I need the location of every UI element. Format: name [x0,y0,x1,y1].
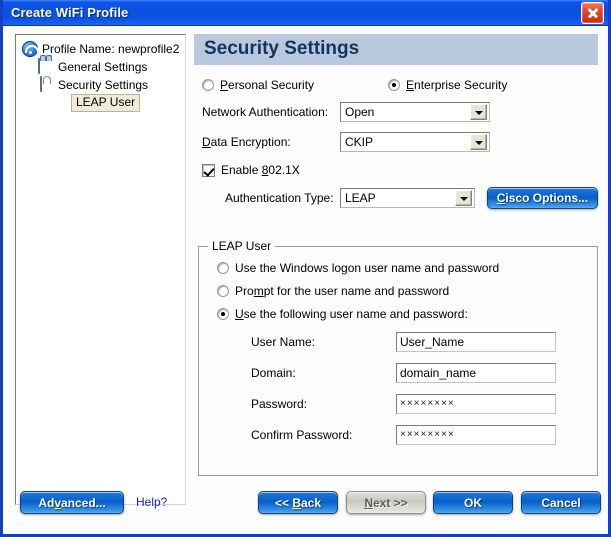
help-link[interactable]: Help? [136,495,167,509]
enable-8021x-label: Enable 802.1X [221,163,300,177]
dialog-body: Profile Name: newprofile2 General Settin… [3,26,608,534]
cancel-label: Cancel [541,495,581,510]
cisco-options-button[interactable]: Cisco Options... [486,187,598,209]
network-authentication-label: Network Authentication: [202,105,329,119]
domain-row: Domain: domain_name [199,363,597,383]
leap-user-group-title: LEAP User [208,239,276,253]
next-label: Next >> [364,495,408,510]
advanced-button[interactable]: Advanced... [20,491,124,514]
radio-indicator [217,308,229,320]
radio-indicator [202,79,214,91]
cisco-options-label: Cisco Options... [496,191,589,205]
tree-item-label: Security Settings [58,78,149,92]
radio-personal-security[interactable]: Personal Security [194,78,388,92]
network-authentication-select[interactable]: Open [340,102,490,122]
data-encryption-row: Data Encryption: CKIP [194,132,598,152]
user-name-row: User Name: User_Name [199,332,597,352]
profile-tree[interactable]: Profile Name: newprofile2 General Settin… [15,34,186,505]
padlock-icon [38,76,54,93]
wifi-icon [22,41,39,57]
title-bar: Create WiFi Profile [3,0,608,26]
domain-input[interactable]: domain_name [396,363,556,383]
network-authentication-row: Network Authentication: Open [194,102,598,122]
authentication-type-label: Authentication Type: [225,191,334,205]
ok-label: OK [464,495,482,510]
password-row: Password: ×××××××× [199,394,597,414]
domain-label: Domain: [251,366,296,380]
tree-item-label: General Settings [58,60,148,74]
radio-windows-logon[interactable]: Use the Windows logon user name and pass… [199,261,597,275]
page-title: Security Settings [194,34,598,65]
leap-user-groupbox: LEAP User Use the Windows logon user nam… [198,239,598,476]
dialog-footer: Advanced... Help? << Back Next >> OK Can… [3,482,608,534]
checkbox-indicator [202,163,215,177]
security-mode-group: Personal Security Enterprise Security [194,78,598,92]
password-input[interactable]: ×××××××× [396,394,556,414]
radio-label: Personal Security [220,78,315,92]
chevron-down-icon[interactable] [454,190,472,206]
next-button[interactable]: Next >> [346,491,426,514]
radio-label: Use the following user name and password… [235,307,468,321]
security-settings-panel: Security Settings Personal Security Ente… [194,34,598,476]
tree-item-label: LEAP User [71,94,141,112]
ok-button[interactable]: OK [433,491,513,514]
radio-indicator [217,285,229,297]
radio-enterprise-security[interactable]: Enterprise Security [388,78,507,92]
cancel-button[interactable]: Cancel [521,491,601,514]
user-name-input[interactable]: User_Name [396,332,556,352]
tree-item-leap-user[interactable]: LEAP User [16,94,185,112]
radio-label: Prompt for the user name and password [235,284,450,298]
confirm-password-row: Confirm Password: ×××××××× [199,425,597,445]
window-title: Create WiFi Profile [11,5,129,20]
tree-item-label: Profile Name: newprofile2 [42,42,180,56]
data-encryption-select[interactable]: CKIP [340,132,490,152]
authentication-type-row: Authentication Type: LEAP Cisco Options.… [194,187,598,209]
confirm-password-label: Confirm Password: [251,428,353,442]
user-name-label: User Name: [251,335,316,349]
radio-indicator [217,262,229,274]
create-wifi-profile-dialog: Create WiFi Profile Profile Name: newpro… [0,0,611,537]
tree-item-security-settings[interactable]: Security Settings [16,76,185,94]
back-label: << Back [274,495,322,510]
radio-prompt-for-credentials[interactable]: Prompt for the user name and password [199,284,597,298]
data-encryption-value: CKIP [345,135,374,149]
radio-indicator [388,79,400,91]
back-button[interactable]: << Back [258,491,338,514]
data-encryption-label: Data Encryption: [202,135,291,149]
advanced-label: Advanced... [38,495,106,510]
confirm-password-input[interactable]: ×××××××× [396,425,556,445]
chevron-down-icon[interactable] [470,134,487,150]
radio-label: Enterprise Security [406,78,508,92]
close-icon[interactable] [581,1,604,24]
tree-item-general-settings[interactable]: General Settings [16,58,185,76]
enable-8021x-checkbox[interactable]: Enable 802.1X [194,163,598,177]
chevron-down-icon[interactable] [470,104,487,120]
network-authentication-value: Open [345,105,375,119]
access-point-icon [38,58,54,75]
password-label: Password: [251,397,308,411]
radio-use-following-credentials[interactable]: Use the following user name and password… [199,307,597,321]
authentication-type-value: LEAP [345,191,376,205]
authentication-type-select[interactable]: LEAP [340,188,475,208]
radio-label: Use the Windows logon user name and pass… [235,261,500,275]
